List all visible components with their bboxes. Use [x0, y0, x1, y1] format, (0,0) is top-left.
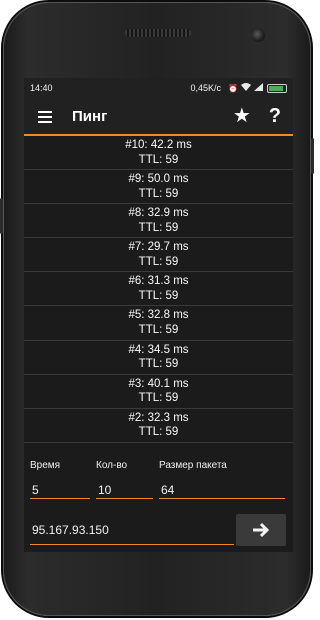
host-underline [30, 544, 234, 545]
ping-time: #2: 32.3 ms [128, 411, 189, 424]
list-item: #4: 34.5 ms TTL: 59 [24, 341, 293, 375]
start-ping-button[interactable] [236, 514, 286, 546]
host-row: 95.167.93.150 [24, 510, 293, 552]
ping-time: #10: 42.2 ms [125, 139, 192, 151]
ping-ttl: TTL: 59 [138, 426, 179, 439]
count-underline [96, 498, 153, 499]
list-item: #10: 42.2 ms TTL: 59 [24, 136, 293, 171]
battery-fill [269, 85, 284, 91]
menu-icon[interactable] [38, 110, 52, 123]
ping-ttl: TTL: 59 [138, 289, 179, 302]
ping-time: #8: 32.9 ms [128, 207, 189, 220]
signal-icon [254, 83, 263, 93]
ping-time: #7: 29.7 ms [128, 241, 189, 254]
packet-size-input[interactable]: 64 [161, 483, 174, 497]
status-bar: 14:40 0,45K/c ⏰ [24, 78, 293, 98]
star-icon[interactable]: ★ [233, 106, 251, 126]
list-item: #6: 31.3 ms TTL: 59 [24, 272, 293, 307]
time-underline [30, 498, 90, 499]
alarm-icon: ⏰ [228, 83, 238, 93]
wifi-icon [241, 83, 251, 93]
ping-time: #4: 34.5 ms [128, 343, 189, 356]
ping-ttl: TTL: 59 [138, 221, 179, 234]
ping-time: #6: 31.3 ms [128, 275, 189, 288]
app-screen: 14:40 0,45K/c ⏰ Пинг ★ ? #10: 42.2 ms TTL… [24, 78, 293, 552]
time-label: Время [30, 460, 61, 471]
battery-icon [267, 83, 287, 93]
list-item: #2: 32.3 ms TTL: 59 [24, 409, 293, 443]
list-item: #9: 50.0 ms TTL: 59 [24, 170, 293, 205]
arrow-right-icon [253, 522, 270, 538]
ping-ttl: TTL: 59 [138, 187, 179, 200]
time-input[interactable]: 5 [32, 483, 39, 497]
network-speed: 0,45K/c [190, 83, 222, 93]
packet-size-underline [159, 498, 285, 499]
ping-ttl: TTL: 59 [138, 392, 179, 405]
earpiece-speaker [125, 29, 191, 37]
volume-button [0, 198, 3, 234]
ping-time: #5: 32.8 ms [128, 309, 189, 322]
status-time: 14:40 [30, 83, 53, 93]
ping-ttl: TTL: 59 [138, 255, 179, 268]
help-icon[interactable]: ? [269, 105, 281, 128]
packet-size-label: Размер пакета [159, 460, 227, 471]
host-input[interactable]: 95.167.93.150 [30, 516, 234, 545]
ping-params: Время 5 Кол-во 10 Размер пакета 64 [24, 452, 293, 504]
ping-time: #3: 40.1 ms [128, 377, 189, 390]
front-camera [252, 29, 265, 42]
power-button [311, 138, 314, 174]
count-label: Кол-во [96, 460, 128, 471]
list-item: #7: 29.7 ms TTL: 59 [24, 238, 293, 273]
host-value[interactable]: 95.167.93.150 [32, 523, 109, 537]
list-item: #8: 32.9 ms TTL: 59 [24, 204, 293, 239]
ping-ttl: TTL: 59 [138, 153, 179, 166]
list-item: #3: 40.1 ms TTL: 59 [24, 375, 293, 409]
ping-results-list[interactable]: #10: 42.2 ms TTL: 59 #9: 50.0 ms TTL: 59 #… [24, 136, 293, 452]
ping-time: #9: 50.0 ms [128, 173, 189, 186]
ping-ttl: TTL: 59 [138, 323, 179, 336]
list-item: #5: 32.8 ms TTL: 59 [24, 306, 293, 341]
app-bar: Пинг ★ ? [24, 98, 293, 136]
page-title: Пинг [72, 107, 108, 125]
count-input[interactable]: 10 [98, 483, 111, 497]
ping-ttl: TTL: 59 [138, 358, 179, 371]
